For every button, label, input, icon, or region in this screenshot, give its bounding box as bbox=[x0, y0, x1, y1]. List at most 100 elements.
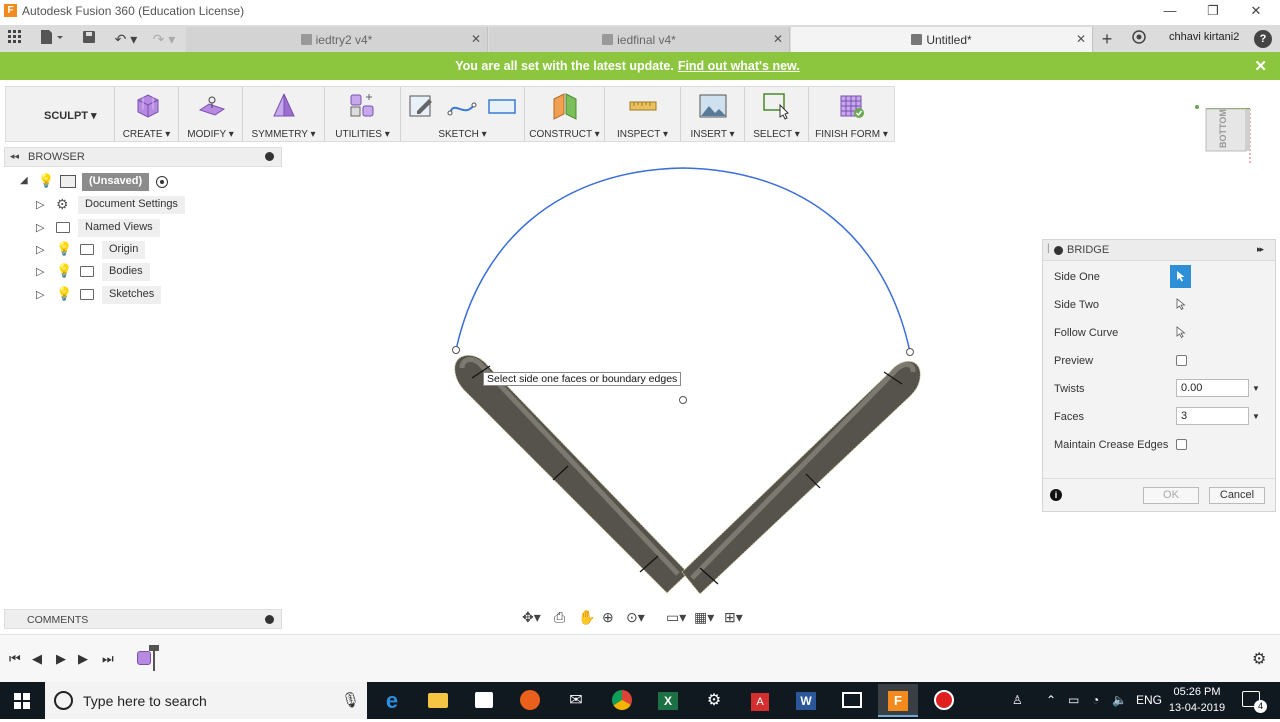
volume-icon[interactable]: 🔈 bbox=[1112, 693, 1127, 707]
acrobat-app-icon[interactable]: A bbox=[740, 684, 780, 717]
file-menu-icon[interactable] bbox=[37, 29, 65, 49]
windows-start-icon[interactable] bbox=[14, 693, 30, 712]
insert-menu[interactable]: INSERT ▾ bbox=[680, 87, 744, 141]
create-menu[interactable]: CREATE ▾ bbox=[114, 87, 178, 141]
preview-checkbox[interactable] bbox=[1176, 355, 1187, 366]
inspect-menu[interactable]: INSPECT ▾ bbox=[604, 87, 680, 141]
faces-dropdown-icon[interactable]: ▼ bbox=[1252, 412, 1260, 421]
collapsed-triangle-icon[interactable]: ▷ bbox=[36, 221, 44, 234]
step-back-icon[interactable]: ◀ bbox=[32, 651, 42, 667]
settings-app-icon[interactable]: ⚙ bbox=[694, 684, 734, 717]
step-forward-icon[interactable]: ▶ bbox=[78, 651, 88, 667]
tab-iedtry2[interactable]: iedtry2 v4* ✕ bbox=[186, 27, 488, 52]
add-comment-icon[interactable] bbox=[265, 615, 274, 624]
banner-close-button[interactable]: ✕ bbox=[1254, 57, 1267, 75]
visibility-bulb-icon[interactable]: 💡 bbox=[56, 286, 72, 302]
file-explorer-icon[interactable] bbox=[418, 684, 458, 717]
pivot-handle[interactable] bbox=[679, 396, 687, 404]
expand-dialog-icon[interactable]: ▸▸ bbox=[1257, 244, 1264, 255]
bridge-dialog-header[interactable]: | BRIDGE ▸▸ bbox=[1043, 240, 1275, 261]
taskbar-clock[interactable]: 05:26 PM 13-04-2019 bbox=[1162, 684, 1232, 716]
go-to-end-icon[interactable]: ⏭ bbox=[102, 651, 114, 667]
new-tab-button[interactable]: + bbox=[1097, 29, 1117, 49]
browser-item-named-views[interactable]: ▷ Named Views bbox=[36, 219, 196, 237]
wifi-icon[interactable]: ◔ bbox=[1092, 693, 1099, 707]
browser-item-origin[interactable]: ▷ 💡 Origin bbox=[36, 241, 196, 259]
visibility-bulb-icon[interactable]: 💡 bbox=[56, 241, 72, 257]
display-settings-icon[interactable]: ▭▾ bbox=[666, 609, 686, 626]
word-app-icon[interactable]: W bbox=[786, 684, 826, 717]
show-hidden-icons[interactable]: ⌃ bbox=[1046, 693, 1056, 707]
user-account-menu[interactable]: chhavi kirtani2 bbox=[1169, 31, 1239, 43]
firefox-app-icon[interactable] bbox=[510, 684, 550, 717]
twists-dropdown-icon[interactable]: ▼ bbox=[1252, 384, 1260, 393]
collapsed-triangle-icon[interactable]: ▷ bbox=[36, 243, 44, 256]
faces-input[interactable]: 3 bbox=[1176, 407, 1249, 425]
finish-form-menu[interactable]: FINISH FORM ▾ bbox=[808, 87, 894, 141]
close-tab-button[interactable]: ✕ bbox=[1076, 32, 1086, 46]
chrome-app-icon[interactable] bbox=[602, 684, 642, 717]
browser-item-document-settings[interactable]: ▷ ⚙ Document Settings bbox=[36, 196, 196, 214]
restore-button[interactable]: ❐ bbox=[1201, 2, 1225, 20]
expanded-triangle-icon[interactable]: ◢ bbox=[20, 175, 28, 186]
mail-app-icon[interactable]: ✉ bbox=[556, 684, 596, 717]
orbit-icon[interactable]: ✥▾ bbox=[522, 609, 541, 626]
twists-input[interactable]: 0.00 bbox=[1176, 379, 1249, 397]
sketch-menu[interactable]: SKETCH ▾ bbox=[400, 87, 524, 141]
go-to-start-icon[interactable]: ⏮ bbox=[9, 651, 21, 667]
timeline-settings-gear-icon[interactable]: ⚙ bbox=[1252, 649, 1266, 669]
fit-icon[interactable]: ⊙▾ bbox=[626, 609, 645, 626]
play-icon[interactable]: ▶ bbox=[56, 651, 66, 667]
screen-recorder-icon[interactable] bbox=[924, 684, 964, 717]
undo-icon[interactable]: ↶ ▾ bbox=[110, 29, 142, 49]
workspace-switcher[interactable]: SCULPT ▾ bbox=[6, 87, 114, 141]
maintain-crease-checkbox[interactable] bbox=[1176, 439, 1187, 450]
browser-panel-header[interactable]: ◂◂ BROWSER bbox=[4, 147, 282, 167]
browser-item-bodies[interactable]: ▷ 💡 Bodies bbox=[36, 263, 196, 281]
comments-panel-header[interactable]: COMMENTS bbox=[4, 609, 282, 629]
grid-settings-icon[interactable]: ▦▾ bbox=[694, 609, 714, 626]
zoom-icon[interactable]: ⊕ bbox=[602, 609, 614, 626]
tab-iedfinal[interactable]: iedfinal v4* ✕ bbox=[489, 27, 790, 52]
close-tab-button[interactable]: ✕ bbox=[773, 32, 783, 46]
minimize-button[interactable]: — bbox=[1158, 2, 1182, 20]
follow-curve-select-button[interactable] bbox=[1170, 321, 1191, 344]
cancel-button[interactable]: Cancel bbox=[1209, 487, 1265, 504]
collapse-browser-icon[interactable]: ◂◂ bbox=[10, 151, 19, 162]
tab-untitled[interactable]: Untitled* ✕ bbox=[791, 27, 1093, 52]
construct-menu[interactable]: CONSTRUCT ▾ bbox=[524, 87, 604, 141]
side-one-select-button[interactable] bbox=[1170, 265, 1191, 288]
edge-app-icon[interactable]: e bbox=[372, 684, 412, 717]
collapsed-triangle-icon[interactable]: ▷ bbox=[36, 265, 44, 278]
curve-start-handle[interactable] bbox=[452, 346, 460, 354]
close-tab-button[interactable]: ✕ bbox=[471, 32, 481, 46]
visibility-bulb-icon[interactable]: 💡 bbox=[38, 173, 54, 189]
store-app-icon[interactable] bbox=[464, 684, 504, 717]
language-indicator[interactable]: ENG bbox=[1136, 693, 1162, 707]
curve-end-handle[interactable] bbox=[906, 348, 914, 356]
fusion360-app-icon[interactable]: F bbox=[878, 684, 918, 717]
photos-app-icon[interactable] bbox=[832, 684, 872, 717]
collapsed-triangle-icon[interactable]: ▷ bbox=[36, 198, 44, 211]
utilities-menu[interactable]: UTILITIES ▾ bbox=[324, 87, 400, 141]
viewports-icon[interactable]: ⊞▾ bbox=[724, 609, 743, 626]
drag-handle-icon[interactable]: | bbox=[1047, 243, 1050, 254]
job-status-icon[interactable] bbox=[1129, 29, 1149, 49]
grid-menu-icon[interactable] bbox=[6, 29, 24, 49]
active-component-radio-icon[interactable] bbox=[156, 176, 168, 188]
microphone-icon[interactable]: 🎙 bbox=[341, 691, 360, 709]
pin-icon[interactable] bbox=[265, 152, 274, 161]
bridge-guide-curve[interactable] bbox=[455, 167, 911, 353]
collapse-dialog-icon[interactable] bbox=[1054, 246, 1063, 255]
collapsed-triangle-icon[interactable]: ▷ bbox=[36, 288, 44, 301]
info-icon[interactable]: i bbox=[1050, 489, 1062, 501]
symmetry-menu[interactable]: SYMMETRY ▾ bbox=[242, 87, 324, 141]
taskbar-search-box[interactable]: Type here to search 🎙 bbox=[45, 682, 367, 719]
excel-app-icon[interactable]: X bbox=[648, 684, 688, 717]
battery-icon[interactable]: ▭ bbox=[1068, 693, 1079, 707]
browser-item-sketches[interactable]: ▷ 💡 Sketches bbox=[36, 286, 196, 304]
close-window-button[interactable]: ✕ bbox=[1244, 2, 1268, 20]
select-menu[interactable]: SELECT ▾ bbox=[744, 87, 808, 141]
browser-root-node[interactable]: ◢ 💡 (Unsaved) bbox=[20, 173, 180, 191]
viewcube[interactable]: BOTTOM bbox=[1192, 104, 1256, 166]
